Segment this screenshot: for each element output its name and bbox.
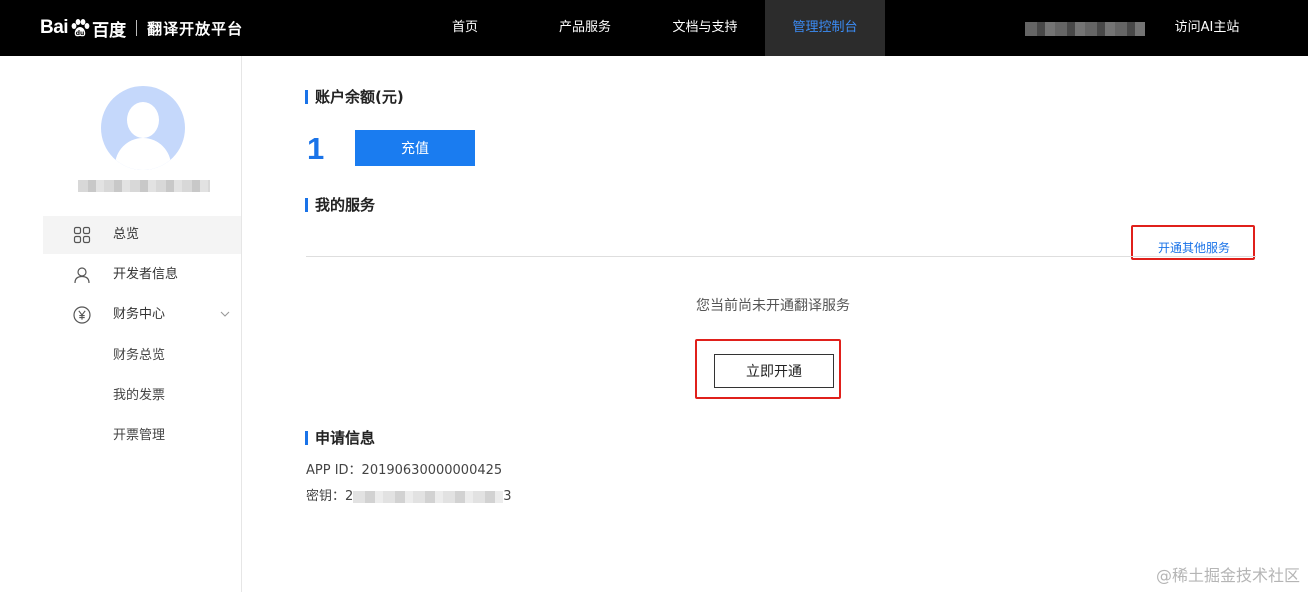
open-other-services-highlight: 开通其他服务 — [1131, 225, 1255, 260]
open-now-button[interactable]: 立即开通 — [714, 354, 834, 388]
sidebar-item-label: 开发者信息 — [113, 267, 179, 282]
no-service-message: 您当前尚未开通翻译服务 — [696, 298, 850, 314]
balance-value: 1 — [307, 131, 325, 166]
svg-text:du: du — [76, 30, 85, 37]
nav-console[interactable]: 管理控制台 — [765, 0, 885, 56]
secret-key-label: 密钥： — [306, 489, 346, 504]
sidebar-item-developer-info[interactable]: 开发者信息 — [43, 256, 241, 294]
logo-text: Bai — [40, 17, 69, 38]
my-services-title: 我的服务 — [305, 196, 375, 214]
secret-key-suffix: 3 — [503, 489, 512, 504]
nav-products[interactable]: 产品服务 — [545, 0, 625, 56]
avatar-head-shape — [127, 102, 159, 138]
platform-name: 翻译开放平台 — [147, 19, 244, 38]
baidu-logo[interactable]: Bai du 百度 翻译开放平台 — [40, 14, 243, 42]
secret-key-line: 密钥：2 3 — [306, 489, 512, 505]
services-divider — [306, 256, 1256, 257]
open-other-services-link[interactable]: 开通其他服务 — [1158, 240, 1231, 257]
nav-home[interactable]: 首页 — [430, 0, 500, 56]
username-redacted — [78, 180, 210, 192]
watermark: @稀土掘金技术社区 — [1155, 566, 1300, 585]
sidebar-item-label: 总览 — [113, 227, 140, 242]
visit-ai-link[interactable]: 访问AI主站 — [1160, 0, 1254, 56]
account-name-redacted[interactable] — [1025, 22, 1145, 36]
open-now-highlight: 立即开通 — [695, 339, 841, 399]
app-id-line: APP ID：20190630000000425 — [306, 463, 503, 478]
nav-docs-support[interactable]: 文档与支持 — [660, 0, 750, 56]
sidebar-item-overview[interactable]: 总览 — [43, 216, 241, 254]
top-navigation-bar: Bai du 百度 翻译开放平台 首页 产品服务 文档与支持 管理控制台 访问A… — [0, 0, 1308, 56]
logo-separator — [136, 20, 138, 36]
avatar-body-shape — [115, 138, 171, 170]
sidebar-subitem-finance-overview[interactable]: 财务总览 — [113, 348, 165, 364]
sidebar-subitem-invoice-management[interactable]: 开票管理 — [113, 428, 165, 444]
user-icon — [74, 267, 90, 284]
logo-baidu-chinese: 百度 — [92, 20, 127, 41]
secret-key-prefix: 2 — [345, 489, 354, 504]
avatar — [101, 86, 185, 170]
grid-icon — [73, 226, 91, 244]
application-info-title: 申请信息 — [305, 429, 375, 447]
account-balance-title: 账户余额(元) — [305, 88, 404, 106]
sidebar-subitem-my-invoices[interactable]: 我的发票 — [113, 388, 165, 404]
recharge-button[interactable]: 充值 — [355, 130, 475, 166]
baidu-paw-icon: du — [69, 17, 91, 39]
secret-key-redacted — [353, 490, 504, 503]
